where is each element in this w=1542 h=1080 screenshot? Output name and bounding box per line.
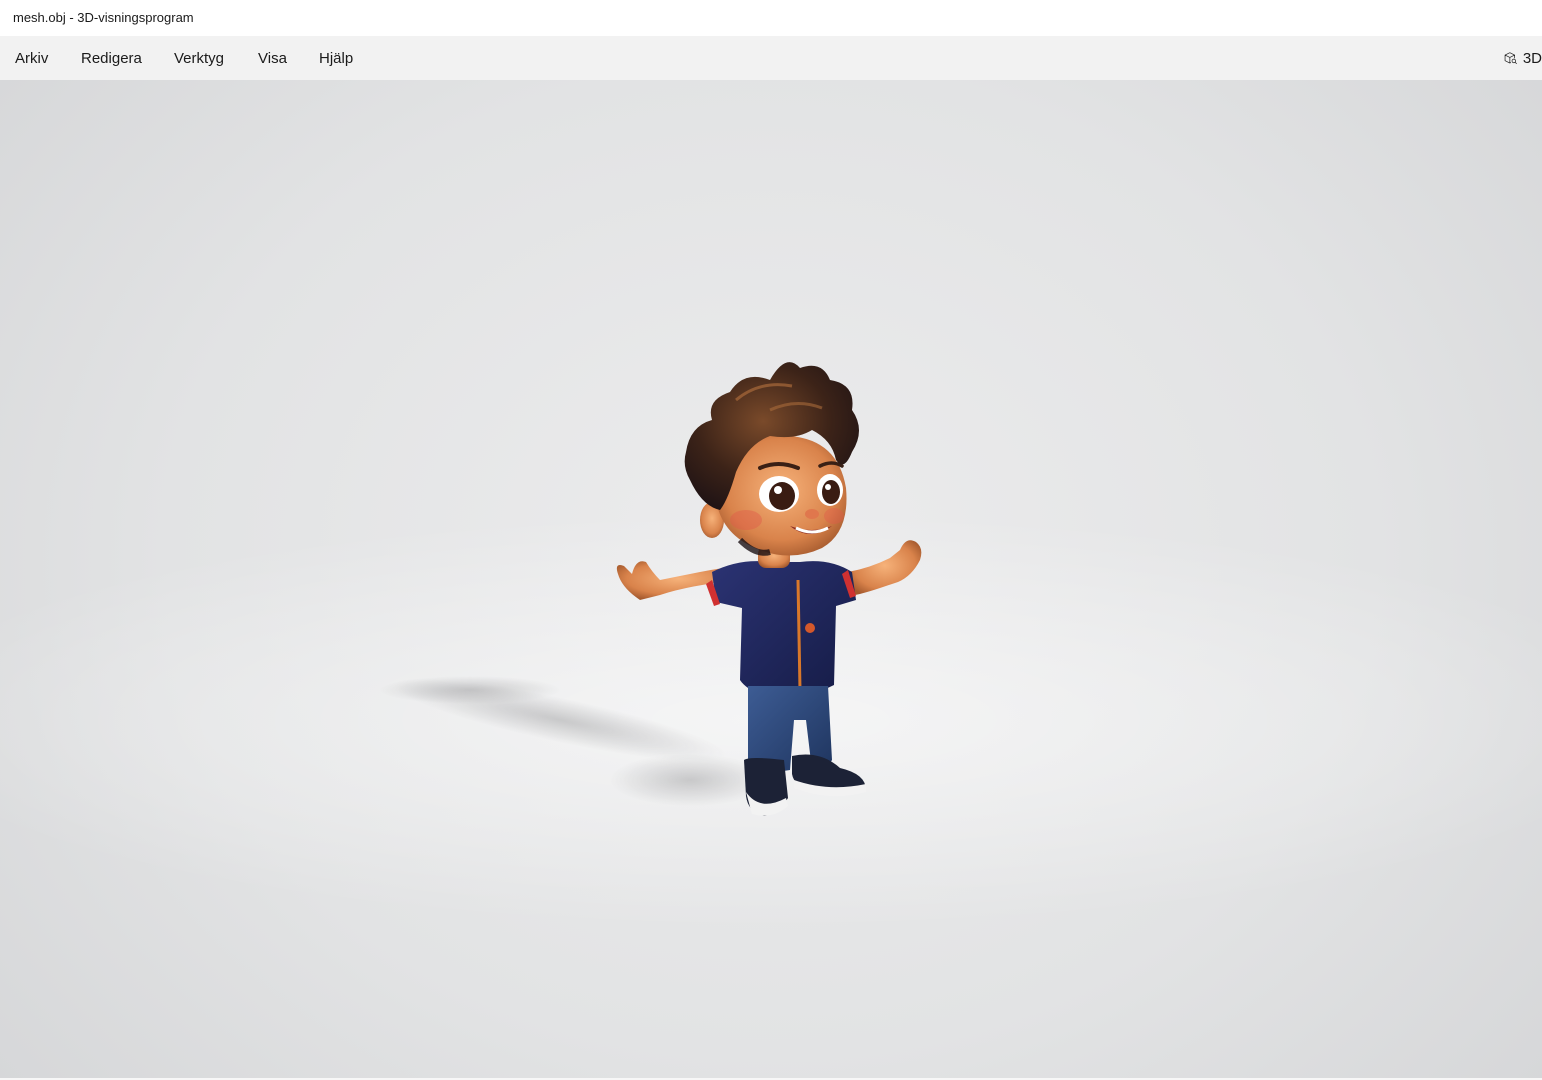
view-3d-button[interactable]: 3D bbox=[1504, 45, 1542, 71]
model-shirt bbox=[712, 561, 856, 699]
menu-arkiv[interactable]: Arkiv bbox=[15, 50, 48, 67]
character-model[interactable] bbox=[0, 80, 1542, 1078]
model-right-arm bbox=[848, 540, 922, 596]
menu-bar: Arkiv Redigera Verktyg Visa Hjälp 3D bbox=[0, 36, 1542, 80]
3d-viewport[interactable] bbox=[0, 80, 1542, 1078]
menu-verktyg[interactable]: Verktyg bbox=[174, 50, 224, 67]
menu-hjalp[interactable]: Hjälp bbox=[319, 50, 353, 67]
menu-redigera[interactable]: Redigera bbox=[81, 50, 142, 67]
window-title: mesh.obj - 3D-visningsprogram bbox=[13, 10, 194, 25]
model-shadow bbox=[380, 676, 770, 806]
title-bar: mesh.obj - 3D-visningsprogram bbox=[0, 0, 1542, 36]
app-window: mesh.obj - 3D-visningsprogram Arkiv Redi… bbox=[0, 0, 1542, 1080]
cube-icon bbox=[1504, 52, 1517, 64]
view-3d-label: 3D bbox=[1522, 49, 1542, 67]
menu-visa[interactable]: Visa bbox=[258, 50, 287, 67]
